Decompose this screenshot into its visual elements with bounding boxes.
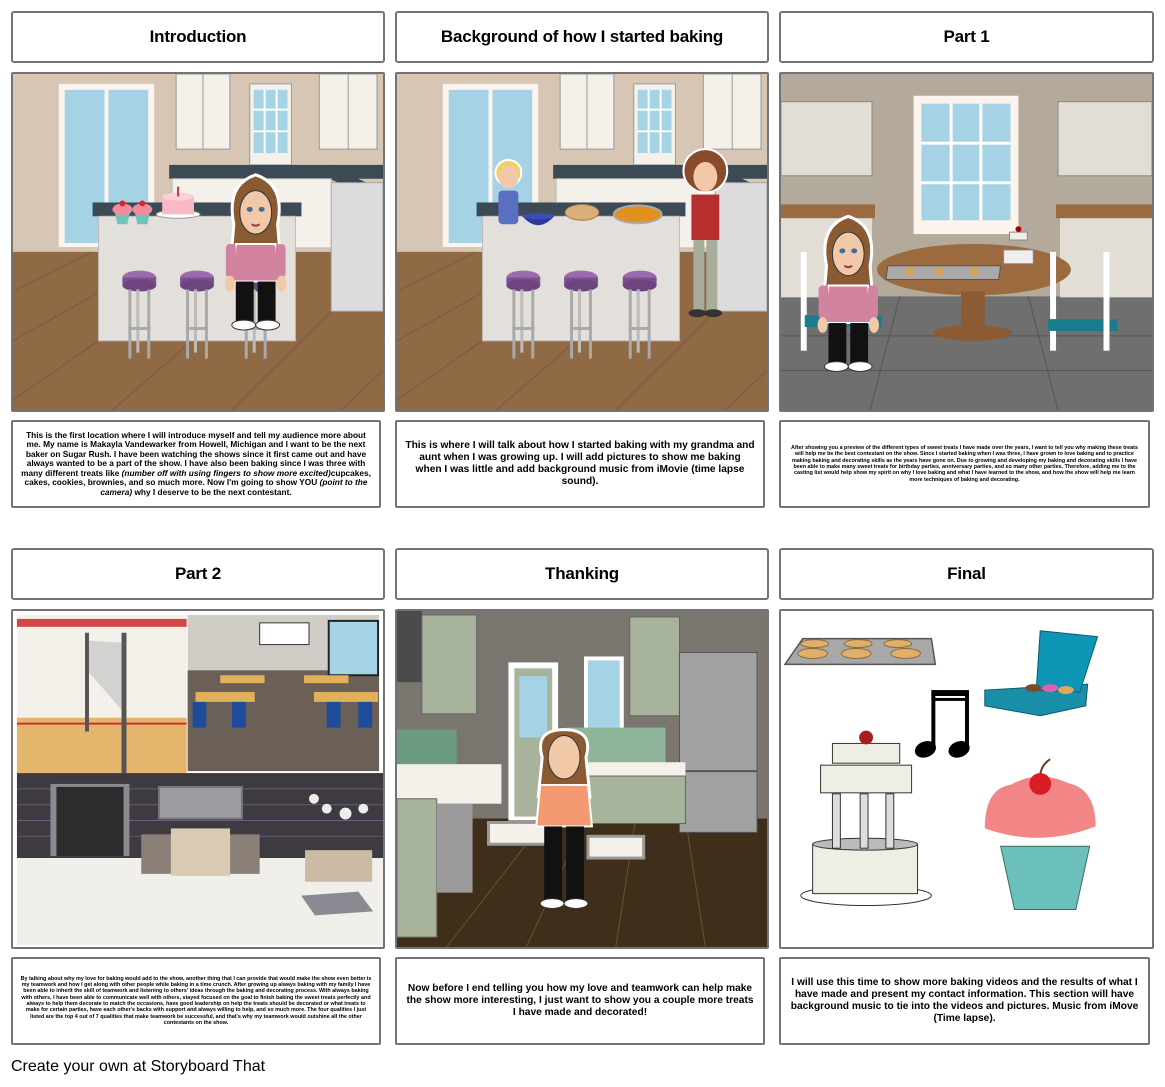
cookie-tray-icon [783,637,937,666]
caption-text: I will use this time to show more baking… [790,977,1139,1024]
panel-title: Introduction [11,11,385,63]
scene-image [779,609,1154,949]
caption-text: Now before I end telling you how my love… [406,983,754,1018]
panel-caption: After showing you a preview of the diffe… [779,420,1150,508]
panel-title: Thanking [395,548,769,600]
pie-icon [564,203,600,221]
pumpkin-pie-icon [612,204,663,225]
footer-link[interactable]: Create your own at Storyboard That [11,1058,265,1076]
caption-text: This is the first location where I will … [21,429,371,497]
scene-image [11,72,385,412]
panel-title: Final [779,548,1154,600]
panel-title: Background of how I started baking [395,11,769,63]
panel-caption: Now before I end telling you how my love… [395,957,765,1045]
cookie-tray-icon [885,265,1002,281]
panel-title: Part 1 [779,11,1154,63]
scene-image [395,72,769,412]
scene-image [779,72,1154,412]
classroom-scene [187,614,380,772]
scene-image [395,609,769,949]
lobby-scene [16,773,383,946]
scene-image [11,609,385,949]
panel-title: Part 2 [11,548,385,600]
gym-scene [16,614,187,774]
panel-caption: This is the first location where I will … [11,420,381,508]
character-child [494,158,523,225]
panel-caption: By talking about why my love for baking … [11,957,381,1045]
panel-caption: I will use this time to show more baking… [779,957,1150,1045]
caption-text: By talking about why my love for baking … [20,975,372,1027]
caption-text: This is where I will talk about how I st… [405,440,755,487]
caption-text: After showing you a preview of the diffe… [791,444,1138,483]
panel-caption: This is where I will talk about how I st… [395,420,765,508]
